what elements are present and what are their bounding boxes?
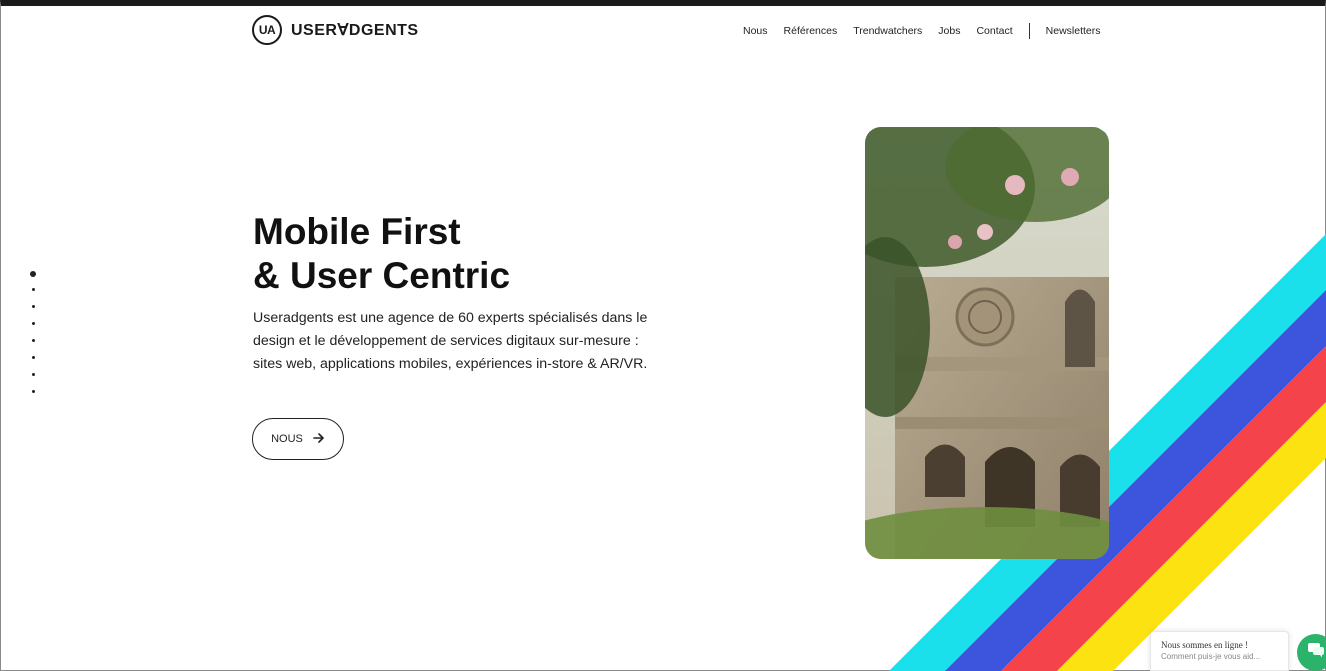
pager-dot-7[interactable] [31, 373, 35, 376]
pager-dot-1[interactable] [30, 271, 36, 277]
nav-references[interactable]: Références [784, 25, 838, 37]
pager-dot-4[interactable] [31, 322, 35, 325]
hero-title-line2: & User Centric [253, 255, 511, 296]
chat-icon [1307, 642, 1325, 663]
section-pager [30, 271, 36, 407]
arrow-right-icon [313, 432, 325, 446]
main-nav: Nous Références Trendwatchers Jobs Conta… [743, 23, 1117, 39]
nav-trendwatchers[interactable]: Trendwatchers [853, 25, 922, 37]
chat-bubble[interactable]: Nous sommes en ligne ! Comment puis-je v… [1150, 631, 1289, 671]
pager-dot-3[interactable] [31, 305, 35, 308]
nav-jobs[interactable]: Jobs [938, 25, 960, 37]
nav-nous[interactable]: Nous [743, 25, 768, 37]
chat-title: Nous sommes en ligne ! [1161, 640, 1248, 650]
logo-mark: UA [252, 15, 282, 45]
pager-dot-8[interactable] [31, 390, 35, 393]
pager-dot-2[interactable] [31, 288, 35, 291]
church-facade-photo [865, 127, 1109, 559]
decorative-stripes [889, 234, 1326, 671]
pager-dot-5[interactable] [31, 339, 35, 342]
nous-button-label: NOUS [271, 433, 303, 445]
nav-contact[interactable]: Contact [976, 25, 1012, 37]
chat-subtitle: Comment puis-je vous aid... [1161, 652, 1261, 661]
nav-newsletters[interactable]: Newsletters [1046, 25, 1101, 37]
pager-dot-6[interactable] [31, 356, 35, 359]
logo[interactable]: UA USERⱯDGENTS [252, 15, 419, 45]
chat-button[interactable] [1297, 634, 1326, 671]
logo-text: USERⱯDGENTS [291, 22, 419, 39]
nav-divider [1028, 23, 1030, 39]
nous-button[interactable]: NOUS [252, 418, 344, 460]
hero-title: Mobile First & User Centric [253, 210, 510, 298]
hero-description: Useradgents est une agence de 60 experts… [253, 310, 648, 372]
hero-title-line1: Mobile First [253, 211, 461, 252]
